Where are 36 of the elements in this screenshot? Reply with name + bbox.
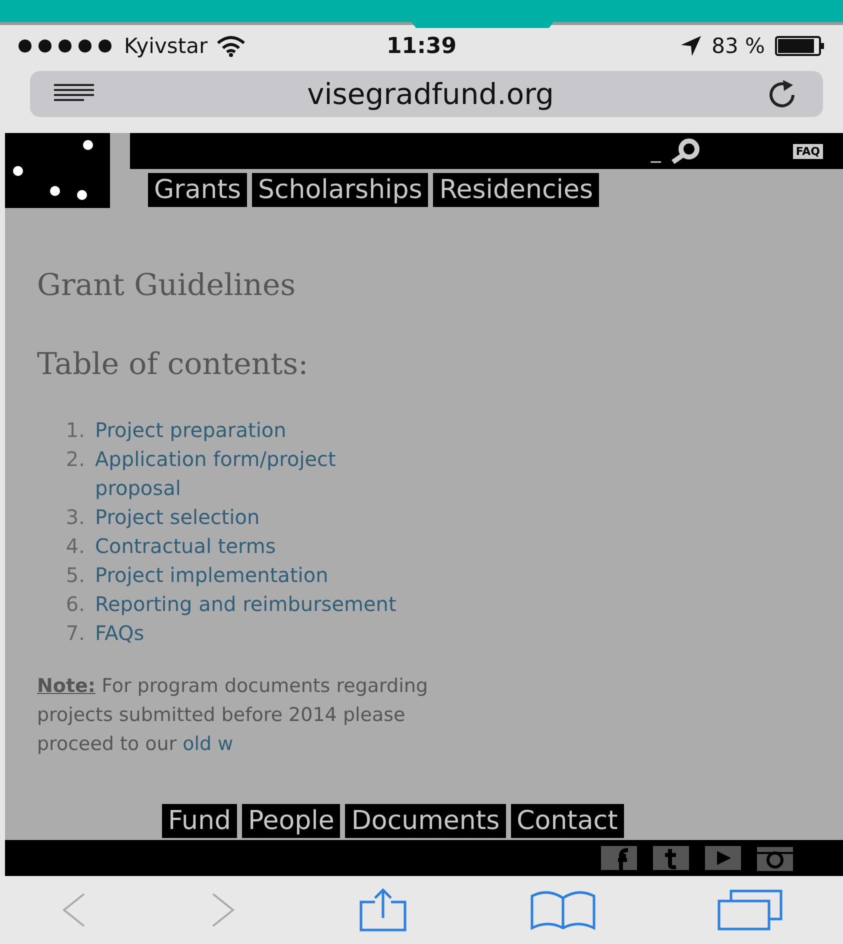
footer-nav-link[interactable]: Fund bbox=[162, 804, 237, 838]
share-icon[interactable] bbox=[357, 888, 410, 932]
faq-link[interactable]: FAQ bbox=[792, 144, 823, 158]
tabs-icon[interactable] bbox=[716, 889, 783, 931]
footer-nav-link[interactable]: Documents bbox=[345, 804, 506, 838]
tumblr-icon[interactable] bbox=[653, 846, 689, 870]
battery-icon bbox=[775, 36, 825, 56]
clock-time: 11:39 bbox=[386, 34, 457, 58]
camera-icon[interactable] bbox=[757, 845, 793, 871]
reader-lines-icon[interactable] bbox=[54, 84, 94, 104]
nav-tab[interactable]: Grants bbox=[148, 173, 247, 207]
list-number: 6. bbox=[64, 591, 86, 618]
book-icon[interactable] bbox=[530, 890, 596, 930]
nav-tab[interactable]: Scholarships bbox=[252, 173, 428, 207]
nav-tab[interactable]: Residencies bbox=[433, 173, 600, 207]
list-number: 2. bbox=[64, 446, 86, 473]
logo-dots-icon[interactable] bbox=[5, 133, 110, 208]
facebook-icon[interactable] bbox=[601, 846, 637, 870]
page-title: Grant Guidelines bbox=[37, 268, 297, 303]
list-number: 7. bbox=[64, 620, 86, 647]
wifi-icon bbox=[216, 35, 246, 57]
carrier-name: Kyivstar bbox=[124, 34, 208, 58]
list-number: 4. bbox=[64, 533, 86, 560]
location-arrow-icon bbox=[680, 35, 702, 57]
footer-nav-link[interactable]: Contact bbox=[510, 804, 624, 838]
footer-nav-link[interactable]: People bbox=[242, 804, 340, 838]
note-paragraph: Note: For program documents regarding projects submitted before 2014 please proceed to our old w bbox=[37, 674, 429, 757]
play-icon[interactable] bbox=[705, 846, 741, 870]
url-text: visegradfund.org bbox=[306, 77, 555, 111]
address-bar[interactable]: visegradfund.org bbox=[30, 71, 823, 117]
list-number: 3. bbox=[64, 504, 86, 531]
list-number: 5. bbox=[64, 562, 86, 589]
list-number: 1. bbox=[64, 417, 86, 444]
underscore-mark: _ bbox=[650, 139, 661, 163]
toc-heading: Table of contents: bbox=[37, 347, 310, 382]
battery-percent: 83 % bbox=[712, 34, 765, 58]
